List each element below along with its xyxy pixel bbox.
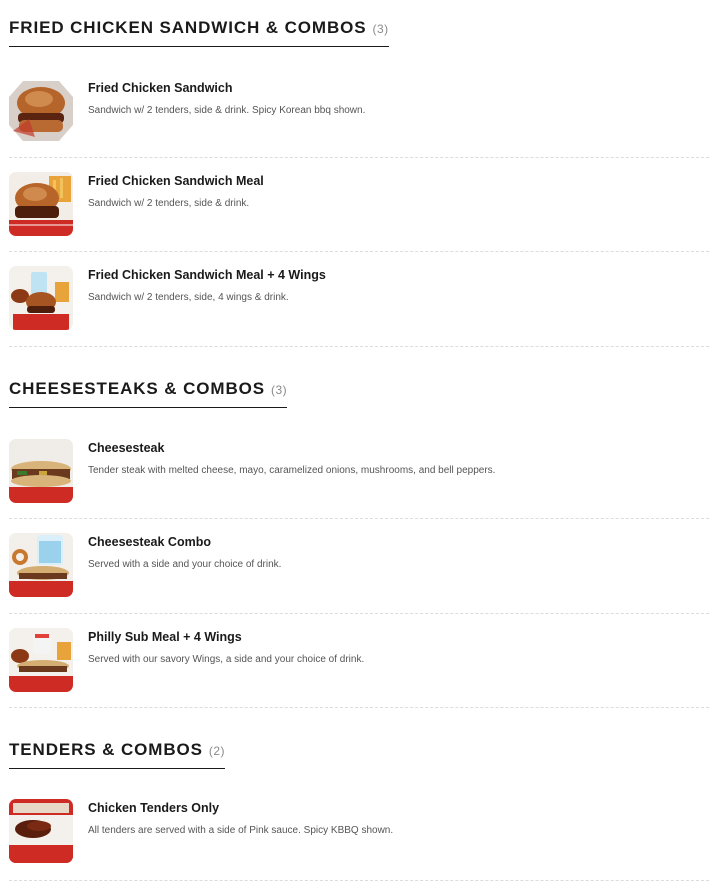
section-title: FRIED CHICKEN SANDWICH & COMBOS (9, 18, 367, 37)
section-heading: FRIED CHICKEN SANDWICH & COMBOS (3) (9, 12, 389, 47)
menu-item[interactable]: Chicken Tenders Only All tenders are ser… (9, 785, 709, 881)
item-name: Chicken Tenders Only (88, 801, 220, 815)
menu-section-tenders: TENDERS & COMBOS (2) Chicken Tenders Only… (9, 708, 709, 881)
item-image-philly-sub-meal (9, 628, 73, 692)
item-info: Fried Chicken Sandwich Meal Sandwich w/ … (88, 172, 264, 209)
item-image-fried-chicken-sandwich (9, 79, 73, 143)
item-name: Fried Chicken Sandwich Meal (88, 174, 264, 188)
section-count: (3) (372, 22, 389, 36)
menu-item[interactable]: Fried Chicken Sandwich Meal Sandwich w/ … (9, 158, 709, 252)
section-title: TENDERS & COMBOS (9, 740, 203, 759)
item-name: Cheesesteak Combo (88, 535, 211, 549)
section-heading: TENDERS & COMBOS (2) (9, 734, 226, 769)
menu-item[interactable]: Cheesesteak Combo Served with a side and… (9, 519, 709, 614)
item-description: Sandwich w/ 2 tenders, side & drink. (88, 198, 250, 209)
item-name: Philly Sub Meal + 4 Wings (88, 630, 242, 644)
menu-item[interactable]: Fried Chicken Sandwich Sandwich w/ 2 ten… (9, 65, 709, 158)
item-info: Fried Chicken Sandwich Meal + 4 Wings Sa… (88, 266, 326, 303)
item-info: Philly Sub Meal + 4 Wings Served with ou… (88, 628, 364, 665)
item-name: Fried Chicken Sandwich Meal + 4 Wings (88, 268, 326, 282)
item-info: Chicken Tenders Only All tenders are ser… (88, 799, 393, 836)
menu-page: FRIED CHICKEN SANDWICH & COMBOS (3) Fried… (0, 0, 709, 881)
menu-item[interactable]: Fried Chicken Sandwich Meal + 4 Wings Sa… (9, 252, 709, 347)
item-description: Served with our savory Wings, a side and… (88, 654, 365, 665)
item-image-sandwich-meal-wings (9, 266, 73, 330)
item-description: Served with a side and your choice of dr… (88, 559, 282, 570)
menu-item[interactable]: Philly Sub Meal + 4 Wings Served with ou… (9, 614, 709, 708)
item-image-chicken-tenders (9, 799, 73, 863)
section-title: CHEESESTEAKS & COMBOS (9, 379, 265, 398)
section-count: (3) (271, 383, 288, 397)
item-description: Sandwich w/ 2 tenders, side & drink. Spi… (88, 105, 366, 116)
item-info: Cheesesteak Tender steak with melted che… (88, 439, 495, 476)
item-name: Fried Chicken Sandwich (88, 81, 233, 95)
menu-section-fried-chicken: FRIED CHICKEN SANDWICH & COMBOS (3) Fried… (9, 0, 709, 347)
menu-item[interactable]: Cheesesteak Tender steak with melted che… (9, 425, 709, 519)
item-info: Cheesesteak Combo Served with a side and… (88, 533, 281, 570)
item-image-cheesesteak (9, 439, 73, 503)
item-description: Tender steak with melted cheese, mayo, c… (88, 465, 496, 476)
section-count: (2) (208, 744, 226, 758)
item-name: Cheesesteak (88, 441, 165, 455)
item-description: All tenders are served with a side of Pi… (88, 825, 394, 836)
item-description: Sandwich w/ 2 tenders, side, 4 wings & d… (88, 292, 289, 303)
menu-section-cheesesteaks: CHEESESTEAKS & COMBOS (3) Cheesesteak Ten… (9, 347, 709, 708)
item-info: Fried Chicken Sandwich Sandwich w/ 2 ten… (88, 79, 365, 116)
item-image-cheesesteak-combo (9, 533, 73, 597)
section-heading: CHEESESTEAKS & COMBOS (3) (9, 373, 288, 408)
item-image-fried-chicken-sandwich-meal (9, 172, 73, 236)
